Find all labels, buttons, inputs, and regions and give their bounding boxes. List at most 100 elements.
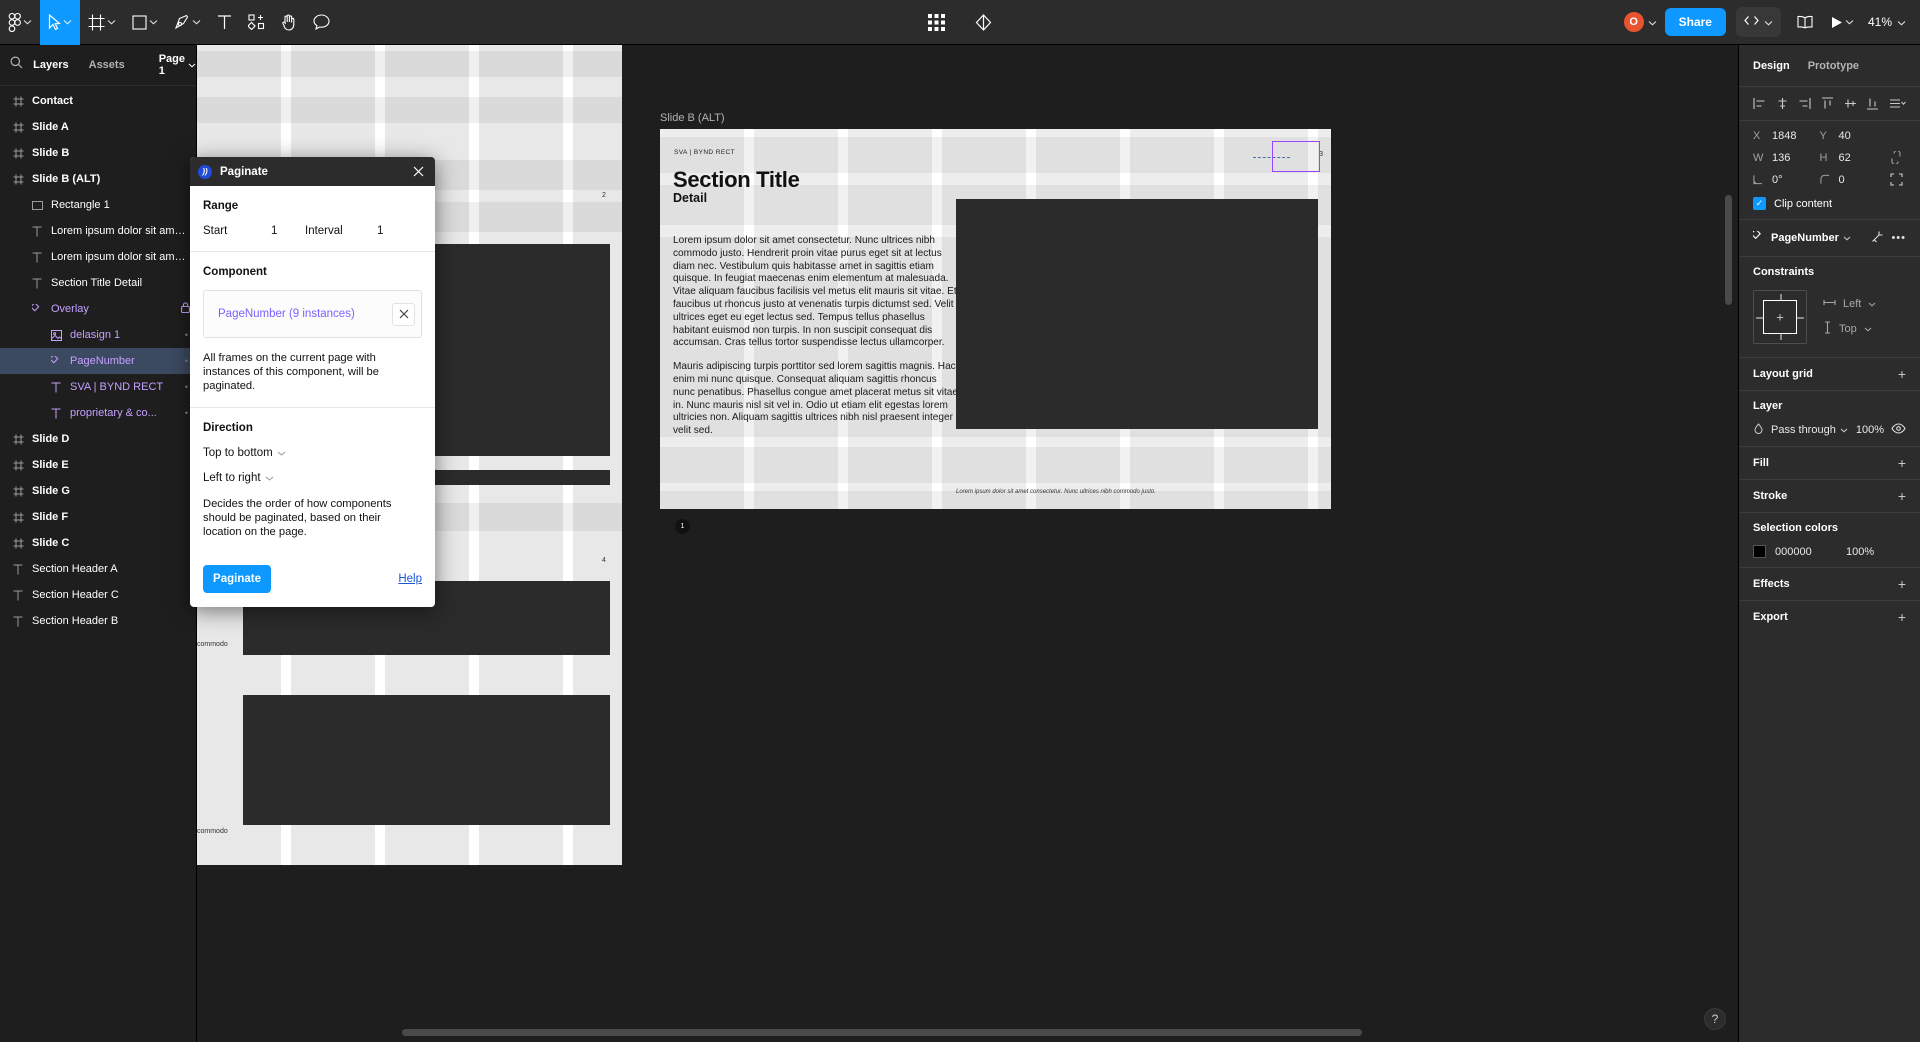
layer-row[interactable]: Slide B (ALT) bbox=[0, 166, 196, 192]
proportion-lock-icon[interactable] bbox=[1886, 151, 1906, 164]
vertical-scrollbar[interactable] bbox=[1725, 195, 1732, 305]
selection-color-row[interactable]: 000000 100% bbox=[1753, 545, 1906, 558]
vertical-constraint-dropdown[interactable]: Top bbox=[1823, 320, 1876, 337]
clear-component-button[interactable] bbox=[392, 302, 415, 326]
layer-row[interactable]: Slide B bbox=[0, 140, 196, 166]
horizontal-constraint-dropdown[interactable]: Left bbox=[1823, 298, 1876, 310]
comment-tool-button[interactable] bbox=[305, 0, 338, 45]
height-property[interactable]: H 62 bbox=[1820, 152, 1887, 164]
tab-prototype[interactable]: Prototype bbox=[1808, 60, 1859, 72]
x-property[interactable]: X 1848 bbox=[1753, 130, 1820, 142]
layer-visibility-dot-icon[interactable]: • bbox=[185, 356, 188, 366]
layer-visibility-dot-icon[interactable]: • bbox=[185, 408, 188, 418]
start-input[interactable]: 1 bbox=[271, 225, 305, 237]
clip-content-checkbox[interactable]: ✓ bbox=[1753, 197, 1766, 210]
align-horizontal-center-icon[interactable] bbox=[1776, 97, 1789, 110]
layer-visibility-dot-icon[interactable]: • bbox=[185, 330, 188, 340]
color-swatch[interactable] bbox=[1753, 545, 1766, 558]
page-selector[interactable]: Page 1 bbox=[159, 53, 196, 77]
hand-tool-button[interactable] bbox=[273, 0, 305, 45]
present-button[interactable] bbox=[1823, 0, 1862, 45]
blend-mode-dropdown[interactable]: Pass through bbox=[1771, 424, 1849, 436]
layer-row[interactable]: Rectangle 1 bbox=[0, 192, 196, 218]
pen-tool-button[interactable] bbox=[166, 0, 209, 45]
y-property[interactable]: Y 40 bbox=[1820, 130, 1887, 142]
layer-opacity-value[interactable]: 100% bbox=[1856, 424, 1884, 436]
layer-row[interactable]: Slide F bbox=[0, 504, 196, 530]
align-bottom-icon[interactable] bbox=[1866, 97, 1879, 110]
help-button[interactable]: ? bbox=[1704, 1008, 1726, 1030]
width-property[interactable]: W 136 bbox=[1753, 152, 1820, 164]
lock-icon[interactable] bbox=[181, 302, 190, 316]
layer-row[interactable]: Slide C bbox=[0, 530, 196, 556]
layer-row[interactable]: Section Header B bbox=[0, 608, 196, 634]
close-dialog-button[interactable] bbox=[410, 163, 427, 181]
independent-corners-icon[interactable] bbox=[1886, 173, 1906, 186]
main-slide-frame[interactable]: SVA | BYND RECT Section Title Detail Lor… bbox=[660, 129, 1331, 534]
thumb-top-left[interactable] bbox=[197, 45, 622, 145]
plugin-button[interactable] bbox=[967, 0, 1000, 45]
blend-mode-value: Pass through bbox=[1771, 424, 1836, 436]
component-name-selector[interactable]: PageNumber bbox=[1771, 232, 1864, 244]
layer-row[interactable]: Slide D bbox=[0, 426, 196, 452]
move-tool-button[interactable] bbox=[40, 0, 80, 45]
layer-row[interactable]: Slide G bbox=[0, 478, 196, 504]
layer-row[interactable]: Slide E bbox=[0, 452, 196, 478]
interval-input[interactable]: 1 bbox=[377, 225, 383, 237]
corner-radius-property[interactable]: 0 bbox=[1819, 174, 1887, 186]
align-right-icon[interactable] bbox=[1798, 97, 1811, 110]
layer-row[interactable]: SVA | BYND RECT • bbox=[0, 374, 196, 400]
clip-content-row[interactable]: ✓ Clip content bbox=[1753, 197, 1906, 210]
user-avatar-button[interactable]: O bbox=[1612, 10, 1663, 34]
tab-design[interactable]: Design bbox=[1753, 60, 1790, 72]
swap-instance-icon[interactable] bbox=[1871, 230, 1884, 246]
shape-tool-button[interactable] bbox=[124, 0, 166, 45]
frame-tool-button[interactable] bbox=[80, 0, 124, 45]
align-vertical-center-icon[interactable] bbox=[1844, 97, 1857, 110]
layer-row[interactable]: Section Header C bbox=[0, 582, 196, 608]
resources-tool-button[interactable] bbox=[240, 0, 273, 45]
layer-row[interactable]: delasign 1 • bbox=[0, 322, 196, 348]
paginate-button[interactable]: Paginate bbox=[203, 565, 271, 593]
add-effect-button[interactable]: + bbox=[1898, 577, 1906, 591]
layer-row[interactable]: Lorem ipsum dolor sit amet co... bbox=[0, 218, 196, 244]
selected-component-name[interactable]: PageNumber (9 instances) bbox=[218, 308, 392, 320]
search-button[interactable] bbox=[10, 56, 23, 74]
layer-row[interactable]: Overlay bbox=[0, 296, 196, 322]
layer-row[interactable]: proprietary & co... • bbox=[0, 400, 196, 426]
layer-row[interactable]: Lorem ipsum dolor sit amet co... bbox=[0, 244, 196, 270]
align-top-icon[interactable] bbox=[1821, 97, 1834, 110]
share-button[interactable]: Share bbox=[1664, 8, 1726, 36]
primary-direction-dropdown[interactable]: Top to bottom bbox=[203, 447, 422, 459]
dev-mode-button[interactable] bbox=[1735, 7, 1781, 37]
help-link[interactable]: Help bbox=[398, 573, 422, 585]
add-stroke-button[interactable]: + bbox=[1898, 489, 1906, 503]
eye-icon[interactable] bbox=[1891, 423, 1906, 437]
layer-row[interactable]: Section Title Detail bbox=[0, 270, 196, 296]
text-tool-button[interactable] bbox=[209, 0, 240, 45]
add-layout-grid-button[interactable]: + bbox=[1898, 367, 1906, 381]
tab-layers[interactable]: Layers bbox=[23, 59, 78, 71]
thumb-bottom-4[interactable]: commodo bbox=[197, 655, 622, 865]
frame-label[interactable]: Slide B (ALT) bbox=[660, 112, 725, 124]
distribute-icon[interactable] bbox=[1889, 97, 1906, 110]
add-export-button[interactable]: + bbox=[1898, 610, 1906, 624]
layer-row[interactable]: PageNumber • bbox=[0, 348, 196, 374]
layer-row[interactable]: Section Header A bbox=[0, 556, 196, 582]
layer-row[interactable]: Slide A bbox=[0, 114, 196, 140]
tab-assets[interactable]: Assets bbox=[79, 59, 135, 71]
constraints-widget[interactable]: + bbox=[1753, 290, 1807, 344]
more-options-icon[interactable]: ••• bbox=[1891, 232, 1906, 244]
layer-row[interactable]: Contact bbox=[0, 88, 196, 114]
add-fill-button[interactable]: + bbox=[1898, 456, 1906, 470]
component-row: PageNumber ••• bbox=[1739, 219, 1920, 256]
secondary-direction-dropdown[interactable]: Left to right bbox=[203, 472, 422, 484]
zoom-level-selector[interactable]: 41% bbox=[1864, 15, 1910, 29]
components-grid-button[interactable] bbox=[920, 0, 953, 45]
figma-menu-button[interactable] bbox=[0, 0, 40, 45]
align-left-icon[interactable] bbox=[1753, 97, 1766, 110]
rotation-property[interactable]: 0° bbox=[1753, 174, 1820, 186]
library-button[interactable] bbox=[1789, 0, 1821, 45]
horizontal-scrollbar[interactable] bbox=[402, 1029, 1362, 1036]
layer-visibility-dot-icon[interactable]: • bbox=[185, 382, 188, 392]
